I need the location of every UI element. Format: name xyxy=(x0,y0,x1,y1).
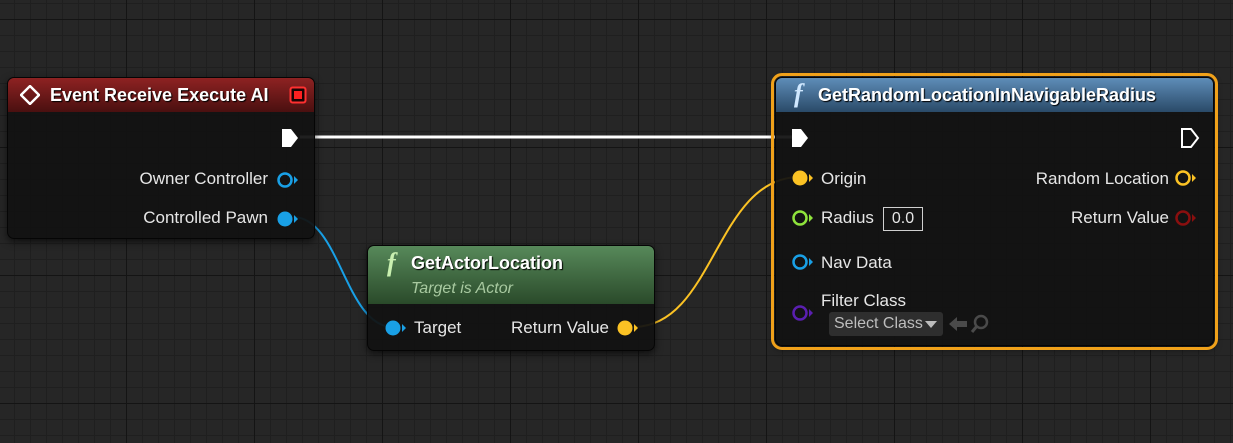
return-value-label: Return Value xyxy=(1071,208,1169,227)
exec-out-pin-icon[interactable] xyxy=(1180,127,1200,149)
get-random-location-node[interactable]: f GetRandomLocationInNavigableRadius Ori… xyxy=(771,73,1218,350)
function-icon: f xyxy=(387,248,396,277)
get-actor-location-node[interactable]: f GetActorLocation Target is Actor Targe… xyxy=(367,245,655,351)
owner-controller-pin[interactable] xyxy=(276,171,300,189)
filter-class-selected: Select Class xyxy=(834,315,923,332)
random-location-pin[interactable] xyxy=(1173,169,1199,187)
search-icon[interactable] xyxy=(970,314,990,334)
origin-label: Origin xyxy=(821,169,867,188)
dropdown-arrow-icon xyxy=(925,321,937,328)
target-label: Target xyxy=(414,318,462,337)
event-diamond-icon xyxy=(20,85,40,105)
random-location-label: Random Location xyxy=(1035,169,1169,188)
node-header: f GetRandomLocationInNavigableRadius xyxy=(776,78,1213,112)
owner-controller-label: Owner Controller xyxy=(139,169,269,188)
function-icon: f xyxy=(794,79,803,108)
return-value-pin[interactable] xyxy=(615,319,641,337)
radius-pin[interactable] xyxy=(790,209,816,227)
controlled-pawn-label: Controlled Pawn xyxy=(143,208,268,227)
nav-data-pin[interactable] xyxy=(790,253,816,271)
nav-data-label: Nav Data xyxy=(821,253,892,272)
node-subtitle: Target is Actor xyxy=(411,280,513,297)
node-title: Event Receive Execute AI xyxy=(50,85,269,105)
origin-pin[interactable] xyxy=(790,169,816,187)
event-receive-execute-ai-node[interactable]: Event Receive Execute AI Owner Controlle… xyxy=(7,77,315,239)
exec-pin-icon[interactable] xyxy=(280,127,300,149)
browse-arrow-icon[interactable] xyxy=(948,315,968,333)
radius-input[interactable]: 0.0 xyxy=(883,207,923,231)
return-value-pin[interactable] xyxy=(1173,209,1199,227)
controlled-pawn-pin[interactable] xyxy=(276,210,300,228)
node-title: GetActorLocation xyxy=(411,253,564,273)
node-header: f GetActorLocation Target is Actor xyxy=(368,246,654,304)
delegate-square-icon[interactable] xyxy=(289,86,307,104)
node-header: Event Receive Execute AI xyxy=(8,78,314,112)
radius-label: Radius xyxy=(821,208,874,227)
filter-class-pin[interactable] xyxy=(790,304,816,322)
return-value-label: Return Value xyxy=(511,318,609,337)
target-pin[interactable] xyxy=(382,319,408,337)
filter-class-label: Filter Class xyxy=(821,291,907,310)
node-title: GetRandomLocationInNavigableRadius xyxy=(818,85,1157,105)
filter-class-dropdown[interactable]: Select Class xyxy=(829,312,943,336)
radius-value: 0.0 xyxy=(891,210,915,227)
exec-in-pin-icon[interactable] xyxy=(790,127,810,149)
